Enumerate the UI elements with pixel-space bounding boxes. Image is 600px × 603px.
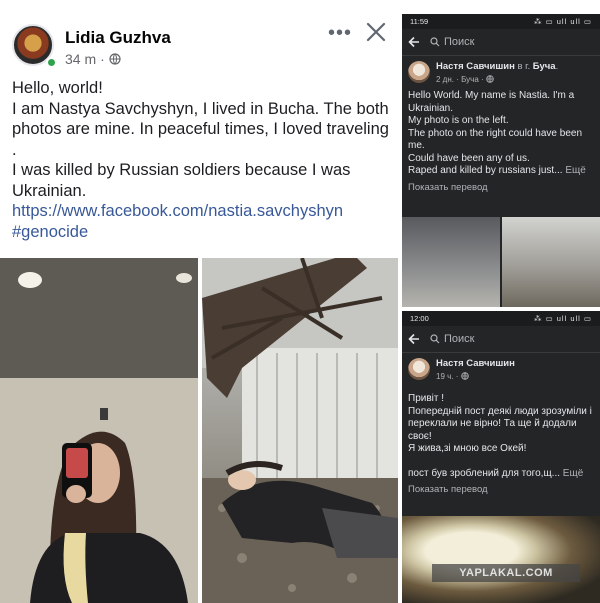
back-arrow-icon[interactable] (408, 36, 420, 48)
close-icon[interactable] (364, 20, 388, 44)
post-line: Hello World. My name is Nastia. I'm a Uk… (408, 90, 575, 114)
phone-screenshot-bottom: 12:00 ⁂ ▭ ull ull ▭ Поиск Настя Савчишин… (402, 311, 600, 603)
search-bar: Поиск (402, 29, 600, 55)
author-name-line: Настя Савчишин в г. Буча. (436, 61, 558, 72)
street-photo[interactable] (202, 258, 398, 603)
location-link[interactable]: Буча (533, 61, 556, 72)
author-name[interactable]: Настя Савчишин (436, 358, 515, 369)
author-avatar[interactable] (408, 358, 430, 380)
post-line: My photo is on the left. (408, 115, 509, 126)
search-icon (430, 334, 440, 344)
post-meta: 19 ч. · (436, 372, 469, 381)
post-meta: 34 m · (65, 51, 121, 67)
post-text: Hello World. My name is Nastia. I'm a Uk… (402, 90, 600, 178)
post-header: Настя Савчишин в г. Буча. 2 дн. · Буча · (402, 56, 600, 90)
post-image-street[interactable] (502, 217, 600, 307)
phone-screenshot-top: 11:59 ⁂ ▭ ull ull ▭ Поиск Настя Савчишин… (402, 14, 600, 307)
hashtag-link[interactable]: #genocide (12, 223, 88, 241)
post-line: I am Nastya Savchyshyn, I lived in Bucha… (12, 99, 389, 159)
post-image[interactable] (402, 516, 600, 603)
site-watermark: YAPLAKAL.COM (432, 564, 580, 582)
street-illustration (202, 258, 398, 603)
author-name[interactable]: Lidia Guzhva (65, 28, 171, 48)
left-post: Lidia Guzhva 34 m · ••• Hello, world! I … (0, 0, 398, 603)
globe-icon (460, 372, 469, 380)
status-icons: ⁂ ▭ ull ull ▭ (533, 314, 592, 323)
post-line: Привіт ! (408, 393, 445, 404)
status-bar: 11:59 ⁂ ▭ ull ull ▭ (402, 14, 600, 29)
see-more-link[interactable]: Ещё (563, 468, 583, 479)
location-prefix: в г. (514, 61, 533, 72)
post-header: Lidia Guzhva 34 m · ••• (10, 22, 390, 72)
search-field[interactable]: Поиск (430, 333, 474, 345)
online-status-icon (46, 57, 57, 68)
see-more-link[interactable]: Ещё (565, 165, 585, 176)
search-placeholder: Поиск (444, 36, 475, 48)
post-line: The photo on the right could have been m… (408, 127, 583, 152)
back-arrow-icon[interactable] (408, 333, 420, 345)
search-field[interactable]: Поиск (430, 36, 474, 48)
selfie-photo[interactable] (0, 258, 198, 603)
post-text: Hello, world! I am Nastya Savchyshyn, I … (12, 78, 396, 242)
status-time: 12:00 (410, 314, 429, 323)
post-header: Настя Савчишин 19 ч. · (402, 353, 600, 387)
search-icon (430, 37, 440, 47)
post-meta: 2 дн. · Буча · (436, 75, 494, 84)
author-name[interactable]: Настя Савчишин (436, 61, 515, 72)
post-images (402, 217, 600, 307)
post-line: Я жива,зі мною все Окей! (408, 443, 527, 454)
search-placeholder: Поиск (444, 333, 475, 345)
meta-separator: · (100, 51, 105, 67)
search-bar: Поиск (402, 326, 600, 352)
post-line: Hello, world! (12, 79, 103, 97)
profile-link[interactable]: https://www.facebook.com/nastia.savchysh… (12, 202, 343, 220)
post-line: Попередній пост деякі люди зрозуміли і п… (408, 405, 592, 442)
more-options-icon[interactable]: ••• (328, 22, 352, 45)
status-bar: 12:00 ⁂ ▭ ull ull ▭ (402, 311, 600, 326)
post-line-truncated: Raped and killed by russians just... Ещё (408, 165, 586, 176)
post-time: 19 ч. · (436, 372, 461, 381)
post-image-selfie[interactable] (402, 217, 500, 307)
status-time: 11:59 (410, 17, 429, 26)
author-avatar[interactable] (408, 61, 430, 83)
globe-icon (486, 75, 494, 83)
post-line: Could have been any of us. (408, 152, 530, 164)
globe-icon (109, 53, 121, 65)
location-suffix: . (555, 61, 559, 72)
selfie-illustration (0, 258, 198, 603)
status-icons: ⁂ ▭ ull ull ▭ (533, 17, 592, 26)
post-line-truncated: пост був зроблений для того,щ... Ещё (408, 467, 584, 479)
show-translation-link[interactable]: Показать перевод (402, 178, 600, 193)
post-time: 2 дн. · Буча · (436, 75, 486, 84)
show-translation-link[interactable]: Показать перевод (402, 480, 600, 495)
post-line: I was killed by Russian soldiers because… (12, 161, 351, 200)
post-time[interactable]: 34 m (65, 51, 96, 67)
post-text: Привіт ! Попередній пост деякі люди зроз… (402, 393, 600, 480)
